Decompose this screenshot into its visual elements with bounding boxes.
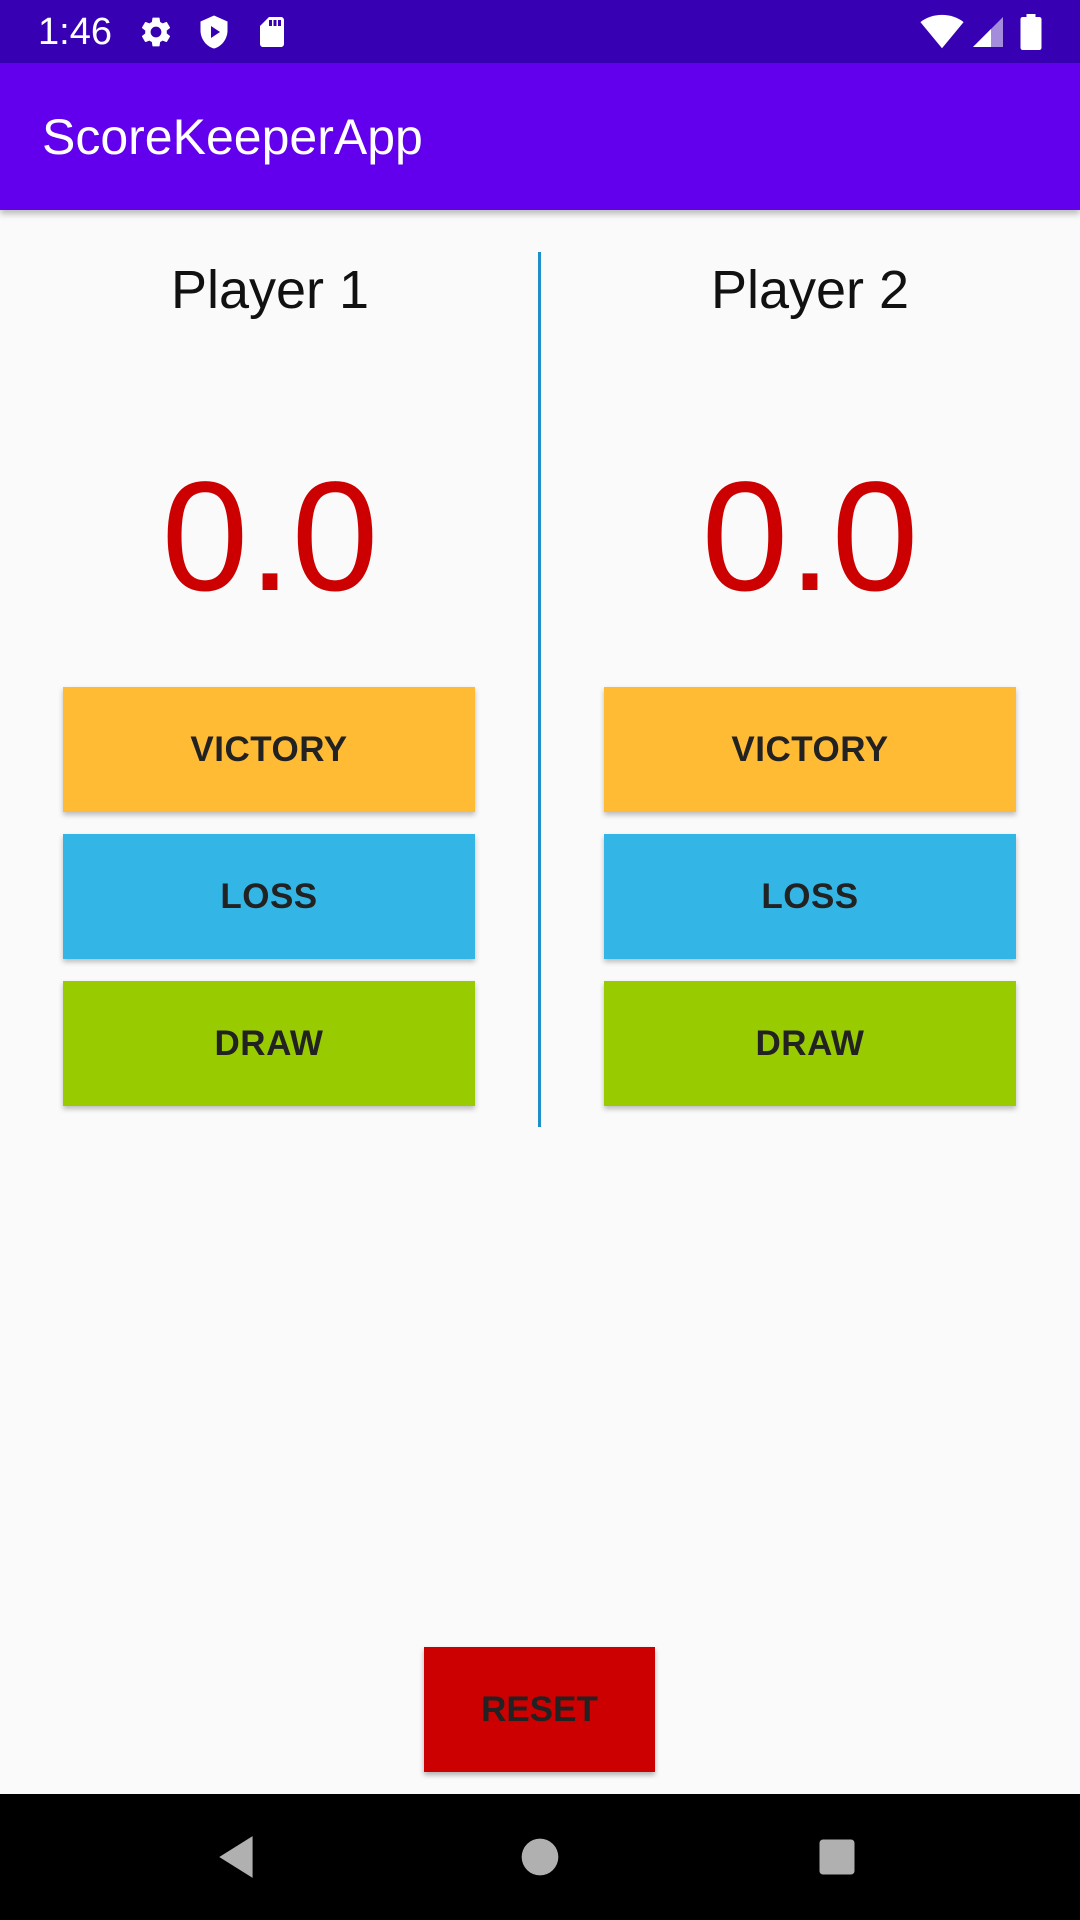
back-icon[interactable] [203, 1822, 273, 1892]
cellular-signal-icon [970, 14, 1006, 50]
player-2-name: Player 2 [710, 260, 910, 320]
player-2-victory-button[interactable]: VICTORY [604, 687, 1016, 812]
recents-icon[interactable] [802, 1822, 872, 1892]
status-bar: 1:46 [0, 0, 1080, 63]
player-2-loss-button[interactable]: LOSS [604, 834, 1016, 959]
app-title: ScoreKeeperApp [42, 109, 423, 165]
player-2-score: 0.0 [701, 450, 919, 624]
player-1-name: Player 1 [170, 260, 370, 320]
settings-icon [138, 14, 174, 50]
player-1-victory-button[interactable]: VICTORY [63, 687, 475, 812]
shield-icon [196, 14, 232, 50]
navigation-bar [0, 1794, 1080, 1920]
player-1-score: 0.0 [161, 450, 379, 624]
wifi-icon [920, 14, 964, 50]
sd-card-icon [254, 14, 290, 50]
player-2-draw-button[interactable]: DRAW [604, 981, 1016, 1106]
player-1-loss-button[interactable]: LOSS [63, 834, 475, 959]
home-icon[interactable] [505, 1822, 575, 1892]
reset-button[interactable]: RESET [424, 1647, 655, 1772]
app-bar: ScoreKeeperApp [0, 63, 1080, 210]
battery-icon [1016, 14, 1046, 50]
column-divider [538, 252, 541, 1127]
player-1-draw-button[interactable]: DRAW [63, 981, 475, 1106]
status-time: 1:46 [38, 11, 112, 53]
